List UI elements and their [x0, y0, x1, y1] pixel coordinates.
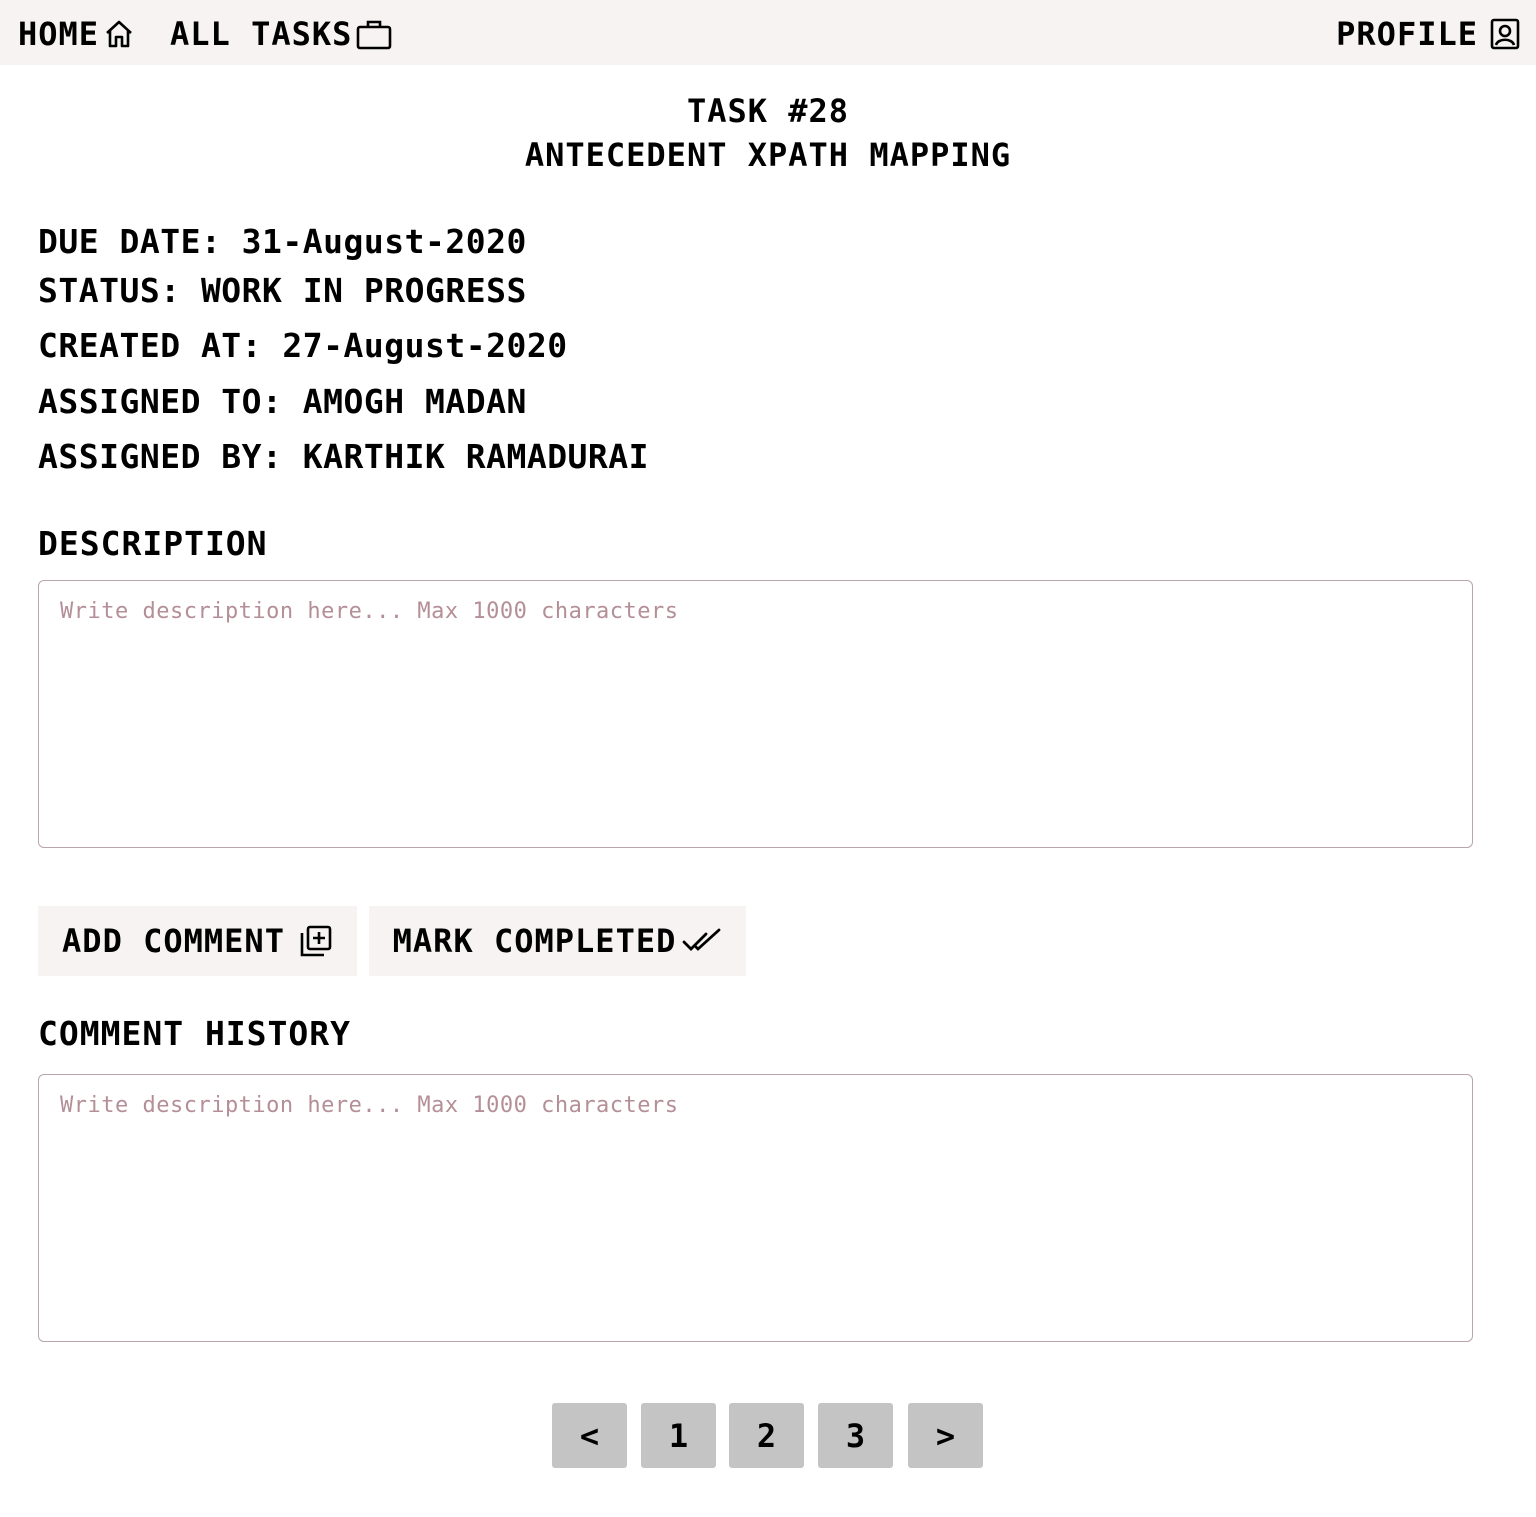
- add-comment-button[interactable]: ADD COMMENT: [38, 906, 357, 976]
- task-title: ANTECEDENT XPATH MAPPING: [524, 136, 1012, 174]
- briefcase-icon: [356, 18, 392, 50]
- top-nav-bar: HOME ALL TASKS PROFILE: [0, 0, 1536, 65]
- nav-profile-link[interactable]: PROFILE: [1336, 12, 1520, 56]
- add-comment-label: ADD COMMENT: [62, 922, 285, 960]
- add-box-icon: [299, 924, 333, 958]
- due-date: DUE DATE: 31-August-2020: [38, 222, 527, 261]
- pagination-next-button[interactable]: >: [908, 1403, 983, 1468]
- created-at: CREATED AT: 27-August-2020: [38, 326, 568, 365]
- double-check-icon: [682, 926, 722, 956]
- assigned-by: ASSIGNED BY: KARTHIK RAMADURAI: [38, 437, 650, 476]
- nav-all-tasks-label: ALL TASKS: [170, 15, 353, 53]
- nav-home-label: HOME: [18, 15, 100, 53]
- person-badge-icon: [1490, 18, 1520, 50]
- status: STATUS: WORK IN PROGRESS: [38, 271, 527, 310]
- pagination-page-1[interactable]: 1: [641, 1403, 716, 1468]
- task-number: TASK #28: [686, 92, 850, 130]
- nav-home-link[interactable]: HOME: [18, 12, 135, 56]
- assigned-to: ASSIGNED TO: AMOGH MADAN: [38, 382, 527, 421]
- description-input[interactable]: [38, 580, 1473, 848]
- home-icon: [103, 18, 135, 50]
- pagination-prev-button[interactable]: <: [552, 1403, 627, 1468]
- description-label: DESCRIPTION: [38, 524, 268, 563]
- nav-profile-label: PROFILE: [1336, 15, 1478, 53]
- mark-completed-label: MARK COMPLETED: [392, 922, 677, 960]
- comment-history-input[interactable]: [38, 1074, 1473, 1342]
- pagination-page-3[interactable]: 3: [818, 1403, 893, 1468]
- nav-all-tasks-link[interactable]: ALL TASKS: [170, 12, 392, 56]
- pagination-page-2[interactable]: 2: [729, 1403, 804, 1468]
- comment-history-label: COMMENT HISTORY: [38, 1014, 352, 1053]
- mark-completed-button[interactable]: MARK COMPLETED: [369, 906, 746, 976]
